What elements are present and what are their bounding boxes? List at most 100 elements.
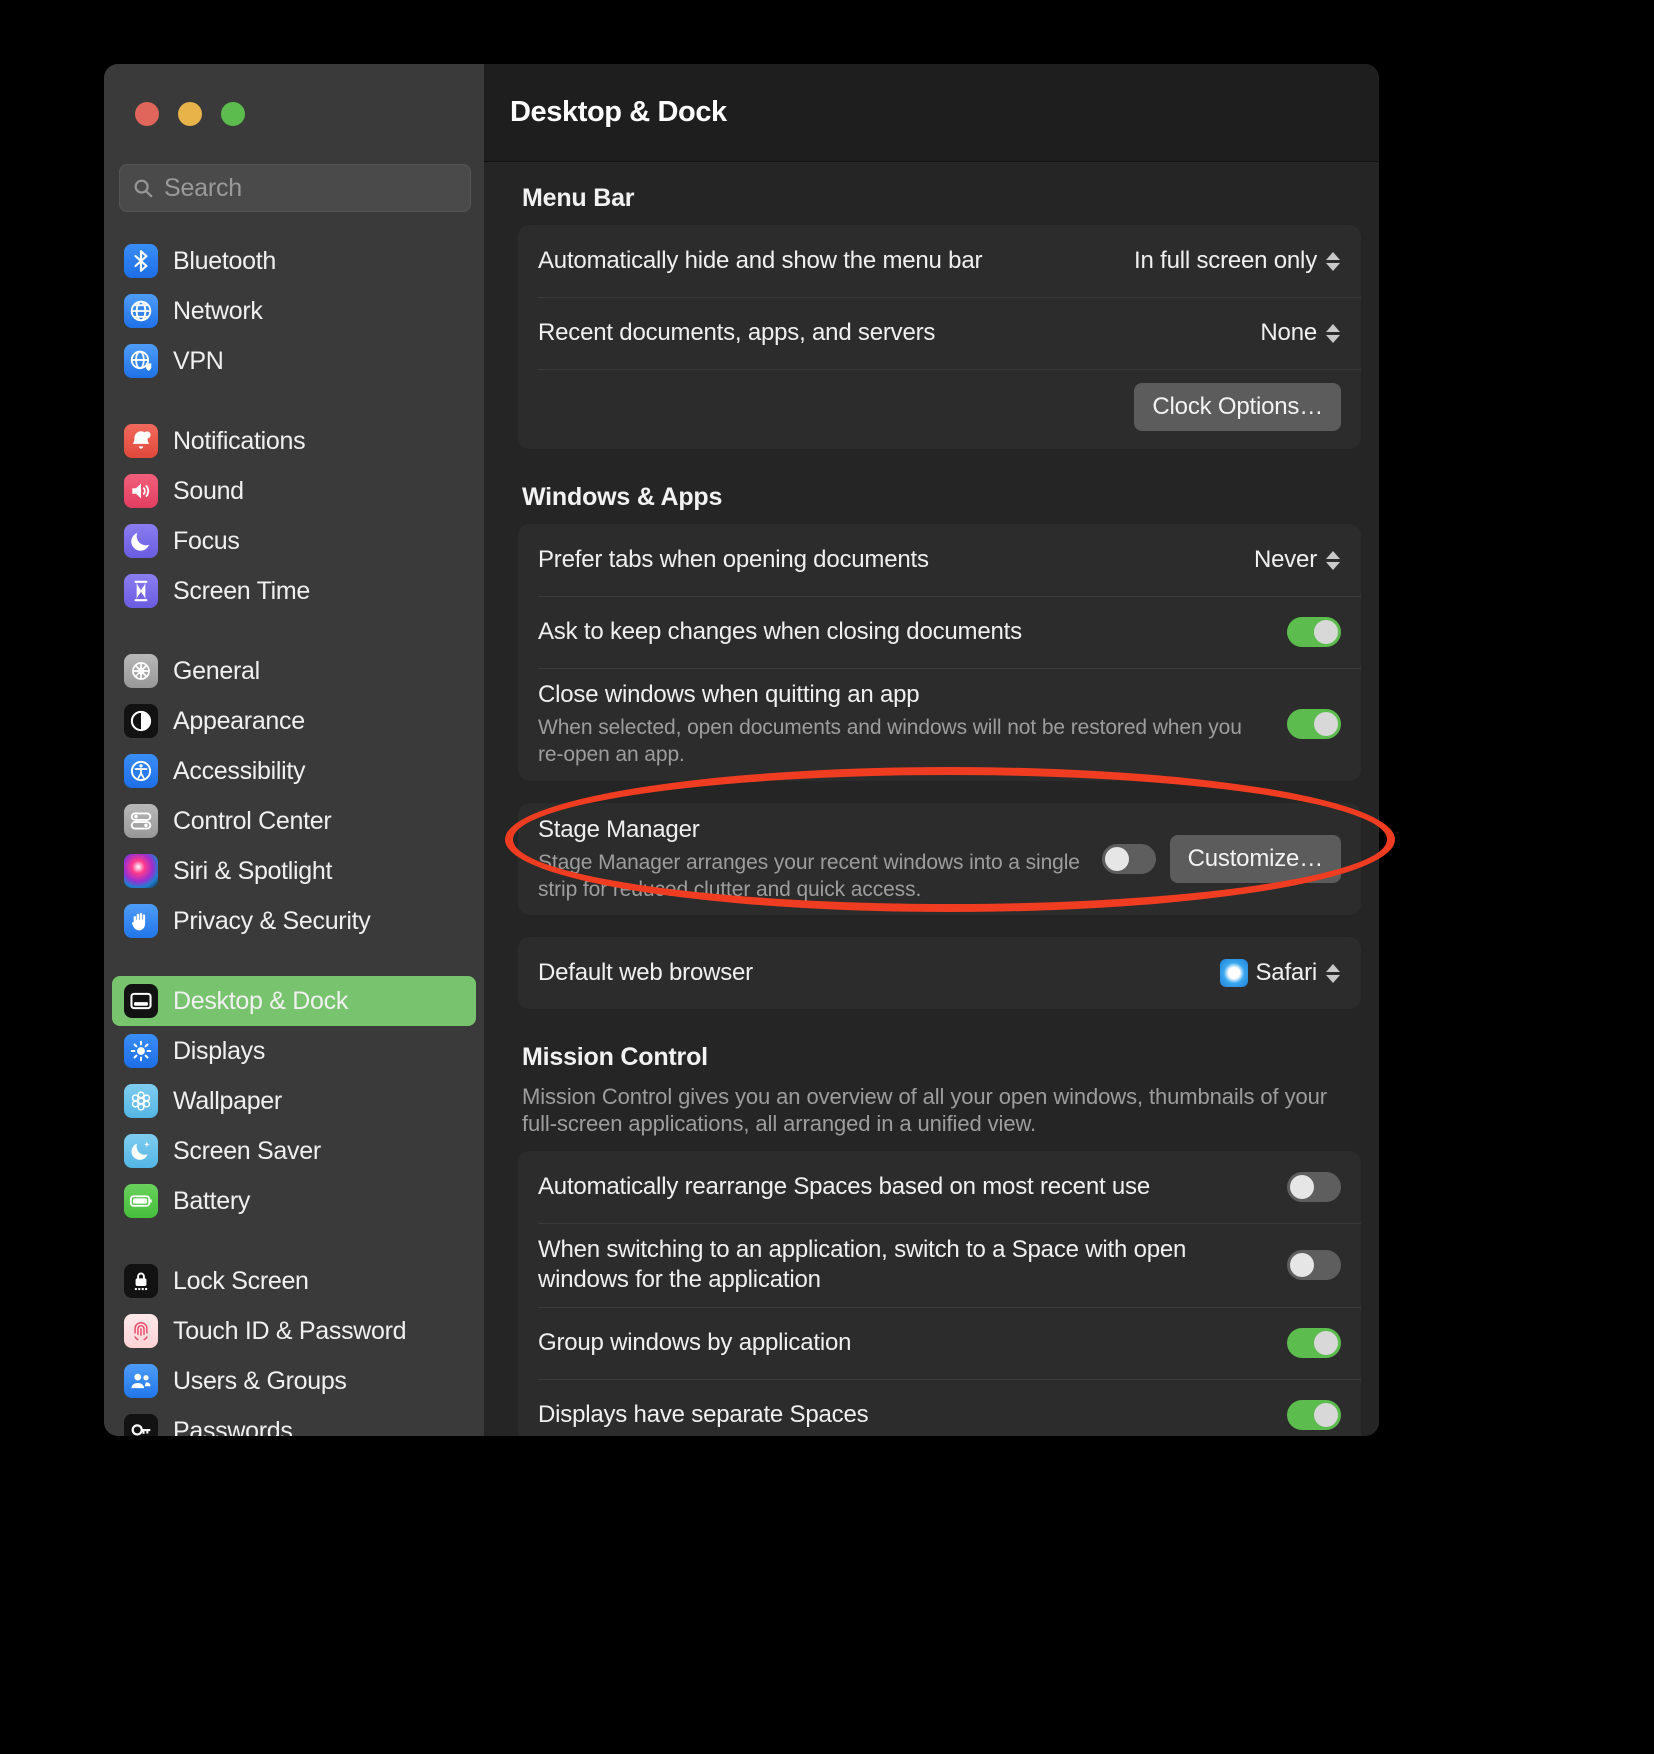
default-browser-select[interactable]: Safari	[1220, 959, 1342, 987]
close-button[interactable]	[135, 102, 159, 126]
prefer-tabs-select[interactable]: Never	[1254, 546, 1341, 574]
sidebar-item-label: Siri & Spotlight	[173, 857, 332, 886]
row-label: Group windows by application	[538, 1328, 1271, 1358]
clock-options-button[interactable]: Clock Options…	[1134, 383, 1341, 431]
detail-header: Desktop & Dock	[484, 64, 1379, 162]
stage-manager-toggle[interactable]	[1102, 844, 1156, 874]
default-browser-card: Default web browser Safari	[518, 937, 1361, 1009]
sidebar-item-lock-screen[interactable]: Lock Screen	[112, 1256, 476, 1306]
row-close-windows-quitting[interactable]: Close windows when quitting an app When …	[518, 668, 1361, 781]
sidebar-item-passwords[interactable]: Passwords	[112, 1406, 476, 1436]
zoom-button[interactable]	[221, 102, 245, 126]
sidebar-divider	[104, 386, 484, 416]
sidebar-item-siri-spotlight[interactable]: Siri & Spotlight	[112, 846, 476, 896]
sidebar-item-notifications[interactable]: Notifications	[112, 416, 476, 466]
row-switch-to-space[interactable]: When switching to an application, switch…	[518, 1223, 1361, 1307]
sidebar-item-accessibility[interactable]: Accessibility	[112, 746, 476, 796]
detail-content: Menu Bar Automatically hide and show the…	[484, 162, 1379, 1436]
section-heading-menu-bar: Menu Bar	[518, 162, 1361, 225]
select-value: None	[1260, 319, 1317, 347]
mission-control-description: Mission Control gives you an overview of…	[518, 1084, 1361, 1151]
group-windows-toggle[interactable]	[1287, 1328, 1341, 1358]
auto-rearrange-spaces-toggle[interactable]	[1287, 1172, 1341, 1202]
focus-moon-icon	[124, 524, 158, 558]
safari-icon	[1220, 959, 1248, 987]
stage-manager-customize-button[interactable]: Customize…	[1170, 835, 1341, 883]
sidebar-item-screen-time[interactable]: Screen Time	[112, 566, 476, 616]
chevron-updown-icon	[1325, 551, 1341, 570]
close-windows-quitting-toggle[interactable]	[1287, 709, 1341, 739]
screen-saver-icon	[124, 1134, 158, 1168]
appearance-icon	[124, 704, 158, 738]
recent-documents-select[interactable]: None	[1260, 319, 1341, 347]
sidebar-item-control-center[interactable]: Control Center	[112, 796, 476, 846]
row-group-windows[interactable]: Group windows by application	[518, 1307, 1361, 1379]
search-icon	[132, 177, 154, 199]
sidebar-item-privacy-security[interactable]: Privacy & Security	[112, 896, 476, 946]
row-prefer-tabs[interactable]: Prefer tabs when opening documents Never	[518, 524, 1361, 596]
windows-apps-card: Prefer tabs when opening documents Never…	[518, 524, 1361, 781]
row-default-web-browser[interactable]: Default web browser Safari	[518, 937, 1361, 1009]
search-field[interactable]: Search	[119, 164, 471, 212]
sidebar: Search Bluetooth	[104, 64, 484, 1436]
sidebar-divider	[104, 616, 484, 646]
sidebar-group-general: General Appearance	[104, 646, 484, 946]
sidebar-item-touch-id-password[interactable]: Touch ID & Password	[112, 1306, 476, 1356]
window-traffic-lights	[135, 102, 245, 126]
row-separate-spaces[interactable]: Displays have separate Spaces	[518, 1379, 1361, 1436]
control-center-icon	[124, 804, 158, 838]
switch-to-space-toggle[interactable]	[1287, 1250, 1341, 1280]
desktop-dock-icon	[124, 984, 158, 1018]
auto-hide-menu-bar-select[interactable]: In full screen only	[1134, 247, 1341, 275]
sidebar-item-bluetooth[interactable]: Bluetooth	[112, 236, 476, 286]
sidebar-item-label: General	[173, 657, 260, 686]
row-auto-rearrange-spaces[interactable]: Automatically rearrange Spaces based on …	[518, 1151, 1361, 1223]
sidebar-item-network[interactable]: Network	[112, 286, 476, 336]
sidebar-divider	[104, 1226, 484, 1256]
minimize-button[interactable]	[178, 102, 202, 126]
row-label: Automatically hide and show the menu bar	[538, 246, 1118, 276]
row-label: Ask to keep changes when closing documen…	[538, 617, 1271, 647]
mission-control-card: Automatically rearrange Spaces based on …	[518, 1151, 1361, 1436]
separate-spaces-toggle[interactable]	[1287, 1400, 1341, 1430]
sidebar-item-focus[interactable]: Focus	[112, 516, 476, 566]
sidebar-item-users-groups[interactable]: Users & Groups	[112, 1356, 476, 1406]
row-label: Automatically rearrange Spaces based on …	[538, 1172, 1271, 1202]
sidebar-item-label: Focus	[173, 527, 240, 556]
sidebar-nav: Bluetooth Network	[104, 228, 484, 1436]
row-ask-keep-changes[interactable]: Ask to keep changes when closing documen…	[518, 596, 1361, 668]
select-value: In full screen only	[1134, 247, 1317, 275]
sidebar-item-wallpaper[interactable]: Wallpaper	[112, 1076, 476, 1126]
sidebar-item-vpn[interactable]: VPN	[112, 336, 476, 386]
sidebar-item-screen-saver[interactable]: Screen Saver	[112, 1126, 476, 1176]
chevron-updown-icon	[1325, 324, 1341, 343]
sidebar-item-label: Accessibility	[173, 757, 305, 786]
search-placeholder: Search	[164, 174, 242, 203]
ask-keep-changes-toggle[interactable]	[1287, 617, 1341, 647]
sidebar-item-sound[interactable]: Sound	[112, 466, 476, 516]
sidebar-item-label: Privacy & Security	[173, 907, 370, 936]
sidebar-item-displays[interactable]: Displays	[112, 1026, 476, 1076]
sidebar-item-label: Touch ID & Password	[173, 1317, 406, 1346]
sidebar-item-label: Desktop & Dock	[173, 987, 348, 1016]
siri-icon	[124, 854, 158, 888]
screen-time-icon	[124, 574, 158, 608]
vpn-icon	[124, 344, 158, 378]
sidebar-item-label: Control Center	[173, 807, 331, 836]
sidebar-item-battery[interactable]: Battery	[112, 1176, 476, 1226]
sidebar-item-appearance[interactable]: Appearance	[112, 696, 476, 746]
system-settings-window: Search Bluetooth	[104, 64, 1379, 1436]
sidebar-item-general[interactable]: General	[112, 646, 476, 696]
displays-icon	[124, 1034, 158, 1068]
section-heading-mission-control: Mission Control	[518, 1021, 1361, 1084]
row-auto-hide-menu-bar[interactable]: Automatically hide and show the menu bar…	[518, 225, 1361, 297]
sidebar-item-desktop-dock[interactable]: Desktop & Dock	[112, 976, 476, 1026]
accessibility-icon	[124, 754, 158, 788]
row-stage-manager[interactable]: Stage Manager Stage Manager arranges you…	[518, 803, 1361, 916]
chevron-updown-icon	[1325, 252, 1341, 271]
bluetooth-icon	[124, 244, 158, 278]
page-title: Desktop & Dock	[510, 96, 727, 129]
battery-icon	[124, 1184, 158, 1218]
sidebar-item-label: Bluetooth	[173, 247, 276, 276]
row-recent-documents[interactable]: Recent documents, apps, and servers None	[518, 297, 1361, 369]
